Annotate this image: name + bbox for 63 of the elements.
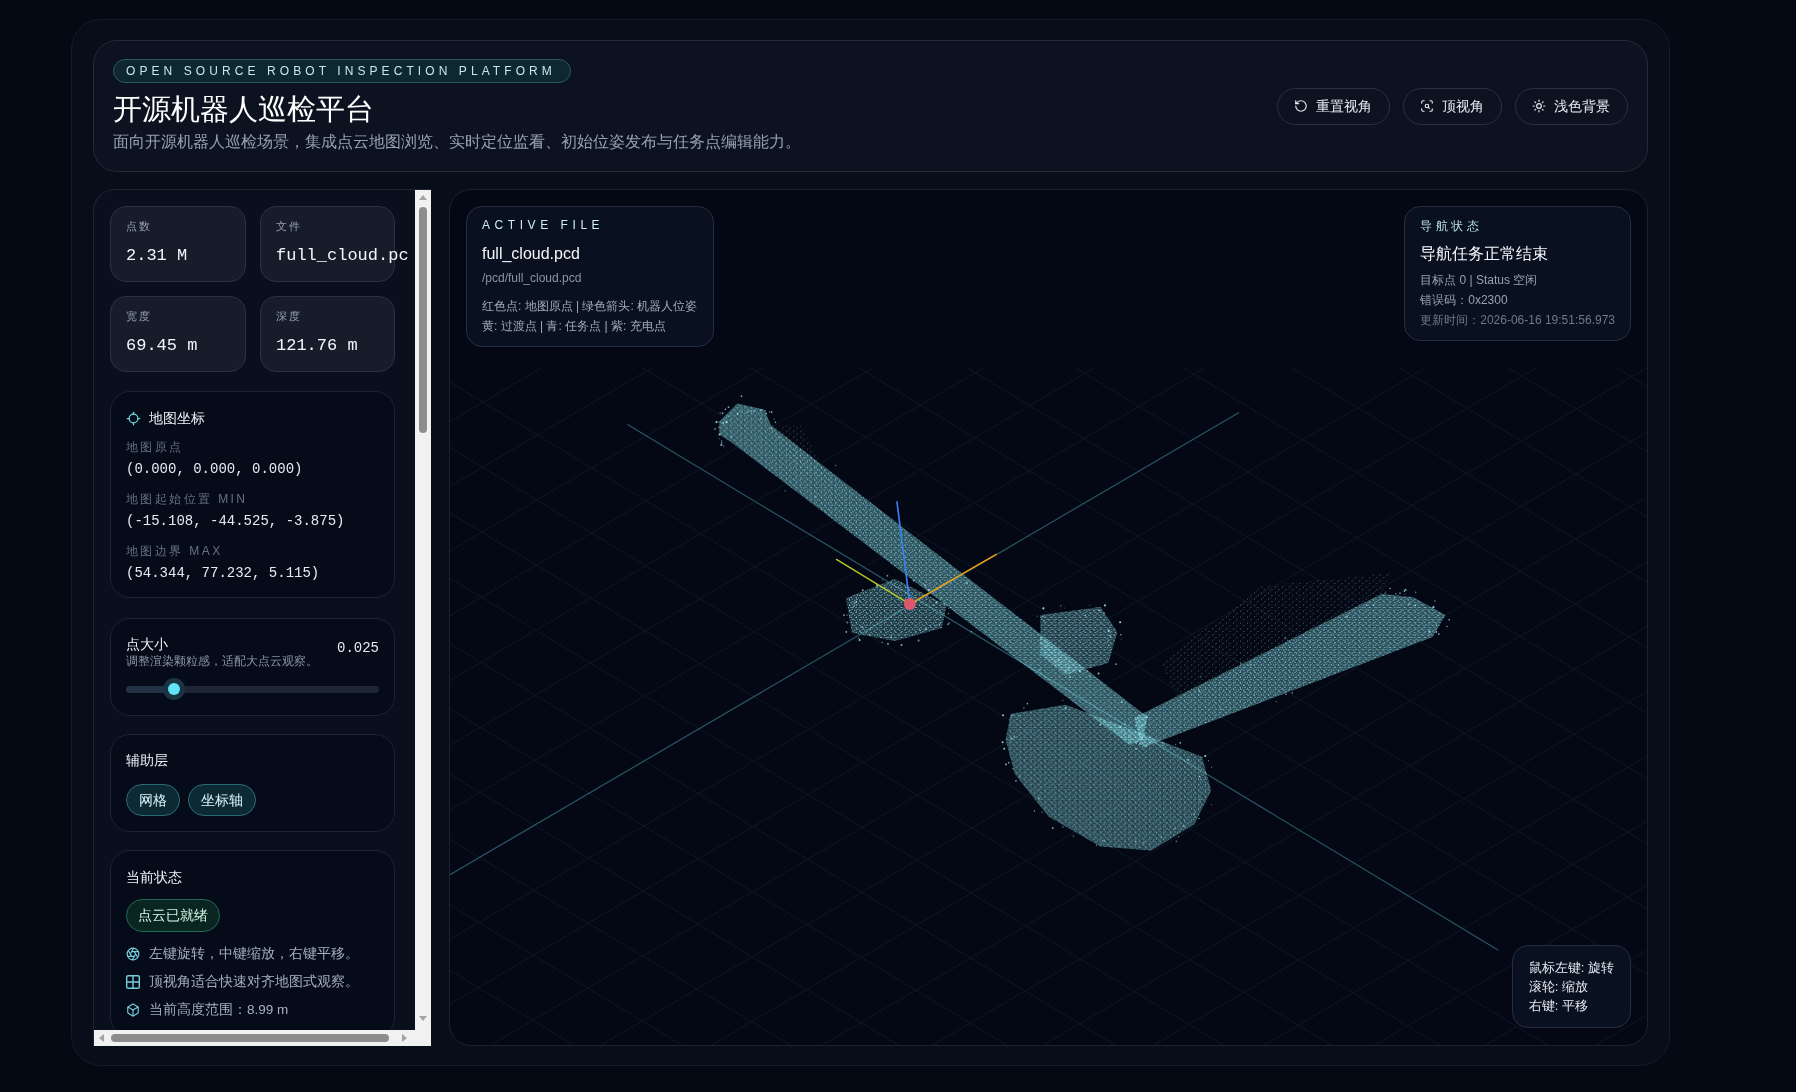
point-cloud-viewport[interactable] bbox=[449, 189, 1648, 1046]
horizontal-scrollbar[interactable] bbox=[94, 1030, 431, 1046]
mouse-hint: 右键: 平移 bbox=[1528, 997, 1589, 1015]
card-title: 地图坐标 bbox=[149, 409, 205, 428]
sun-icon bbox=[1532, 99, 1546, 113]
stat-value: 121.76 m bbox=[276, 335, 358, 357]
card-title: 当前状态 bbox=[126, 868, 182, 887]
card-eyebrow: 导航状态 bbox=[1420, 218, 1483, 234]
scrollbar-thumb[interactable] bbox=[419, 207, 427, 433]
card-eyebrow: ACTIVE FILE bbox=[482, 218, 605, 232]
down-arrow-icon[interactable] bbox=[419, 1016, 427, 1021]
stat-value: 69.45 m bbox=[126, 335, 198, 357]
vertical-scrollbar[interactable] bbox=[415, 190, 431, 1030]
up-arrow-icon[interactable] bbox=[419, 195, 427, 200]
coordinate-value: (54.344, 77.232, 5.115) bbox=[126, 564, 320, 583]
counterclockwise-arrow-icon bbox=[1294, 99, 1308, 113]
toolbar-button[interactable]: 浅色背景 bbox=[1515, 87, 1628, 125]
stat-label: 宽度 bbox=[126, 309, 153, 323]
layer-toggle[interactable]: 网格 bbox=[126, 784, 180, 816]
stat-label: 点数 bbox=[126, 219, 153, 233]
mouse-hint: 鼠标左键: 旋转 bbox=[1528, 959, 1614, 977]
scrollbar-thumb[interactable] bbox=[111, 1034, 389, 1042]
coordinate-label: 地图边界 MAX bbox=[126, 543, 223, 559]
stat-value: 2.31 M bbox=[126, 245, 188, 267]
status-tip: 左键旋转，中键缩放，右键平移。 bbox=[149, 945, 359, 963]
mouse-hint: 滚轮: 缩放 bbox=[1528, 978, 1589, 996]
file-path: /pcd/full_cloud.pcd bbox=[482, 270, 582, 286]
aperture-icon bbox=[126, 947, 140, 961]
card-title: 点大小 bbox=[126, 635, 168, 653]
coordinate-value: (-15.108, -44.525, -3.875) bbox=[126, 512, 345, 531]
tagline-badge: OPEN SOURCE ROBOT INSPECTION PLATFORM bbox=[113, 59, 571, 83]
stat-value: full_cloud.pc bbox=[276, 245, 409, 267]
coordinate-label: 地图起始位置 MIN bbox=[126, 491, 248, 507]
slider-thumb[interactable] bbox=[163, 678, 186, 700]
point-size-value: 0.025 bbox=[337, 639, 379, 658]
stat-label: 文件 bbox=[276, 219, 303, 233]
card-description: 调整渲染颗粒感，适配大点云观察。 bbox=[126, 653, 318, 669]
status-tip: 当前高度范围：8.99 m bbox=[149, 1001, 289, 1019]
left-arrow-icon[interactable] bbox=[99, 1034, 104, 1042]
page-subtitle: 面向开源机器人巡检场景，集成点云地图浏览、实时定位监看、初始位姿发布与任务点编辑能力。 bbox=[113, 132, 801, 152]
card-title: 辅助层 bbox=[126, 751, 168, 769]
status-line: 错误码：0x2300 bbox=[1420, 292, 1508, 309]
page-title: 开源机器人巡检平台 bbox=[113, 92, 374, 127]
cube-icon bbox=[126, 1003, 140, 1017]
layer-toggle[interactable]: 坐标轴 bbox=[188, 784, 256, 816]
stat-label: 深度 bbox=[276, 309, 303, 323]
scan-search-icon bbox=[1420, 99, 1434, 113]
right-arrow-icon[interactable] bbox=[402, 1034, 407, 1042]
status-tip: 顶视角适合快速对齐地图式观察。 bbox=[149, 973, 359, 991]
navigation-message: 导航任务正常结束 bbox=[1420, 244, 1549, 264]
legend-line: 红色点: 地图原点 | 绿色箭头: 机器人位姿 bbox=[482, 298, 698, 315]
legend-line: 黄: 过渡点 | 青: 任务点 | 紫: 充电点 bbox=[482, 318, 666, 335]
status-line: 目标点 0 | Status 空闲 bbox=[1420, 272, 1538, 289]
file-name: full_cloud.pcd bbox=[482, 244, 580, 264]
coordinate-value: (0.000, 0.000, 0.000) bbox=[126, 460, 303, 479]
grid-icon bbox=[126, 975, 140, 989]
crosshair-icon bbox=[126, 410, 141, 426]
toolbar-button[interactable]: 重置视角 bbox=[1277, 87, 1390, 125]
status-badge: 点云已就绪 bbox=[126, 899, 220, 932]
toolbar-button[interactable]: 顶视角 bbox=[1403, 87, 1502, 125]
status-line: 更新时间：2026-06-16 19:51:56.973 bbox=[1420, 312, 1615, 329]
coordinate-label: 地图原点 bbox=[126, 439, 184, 455]
slider-track[interactable] bbox=[126, 678, 379, 700]
